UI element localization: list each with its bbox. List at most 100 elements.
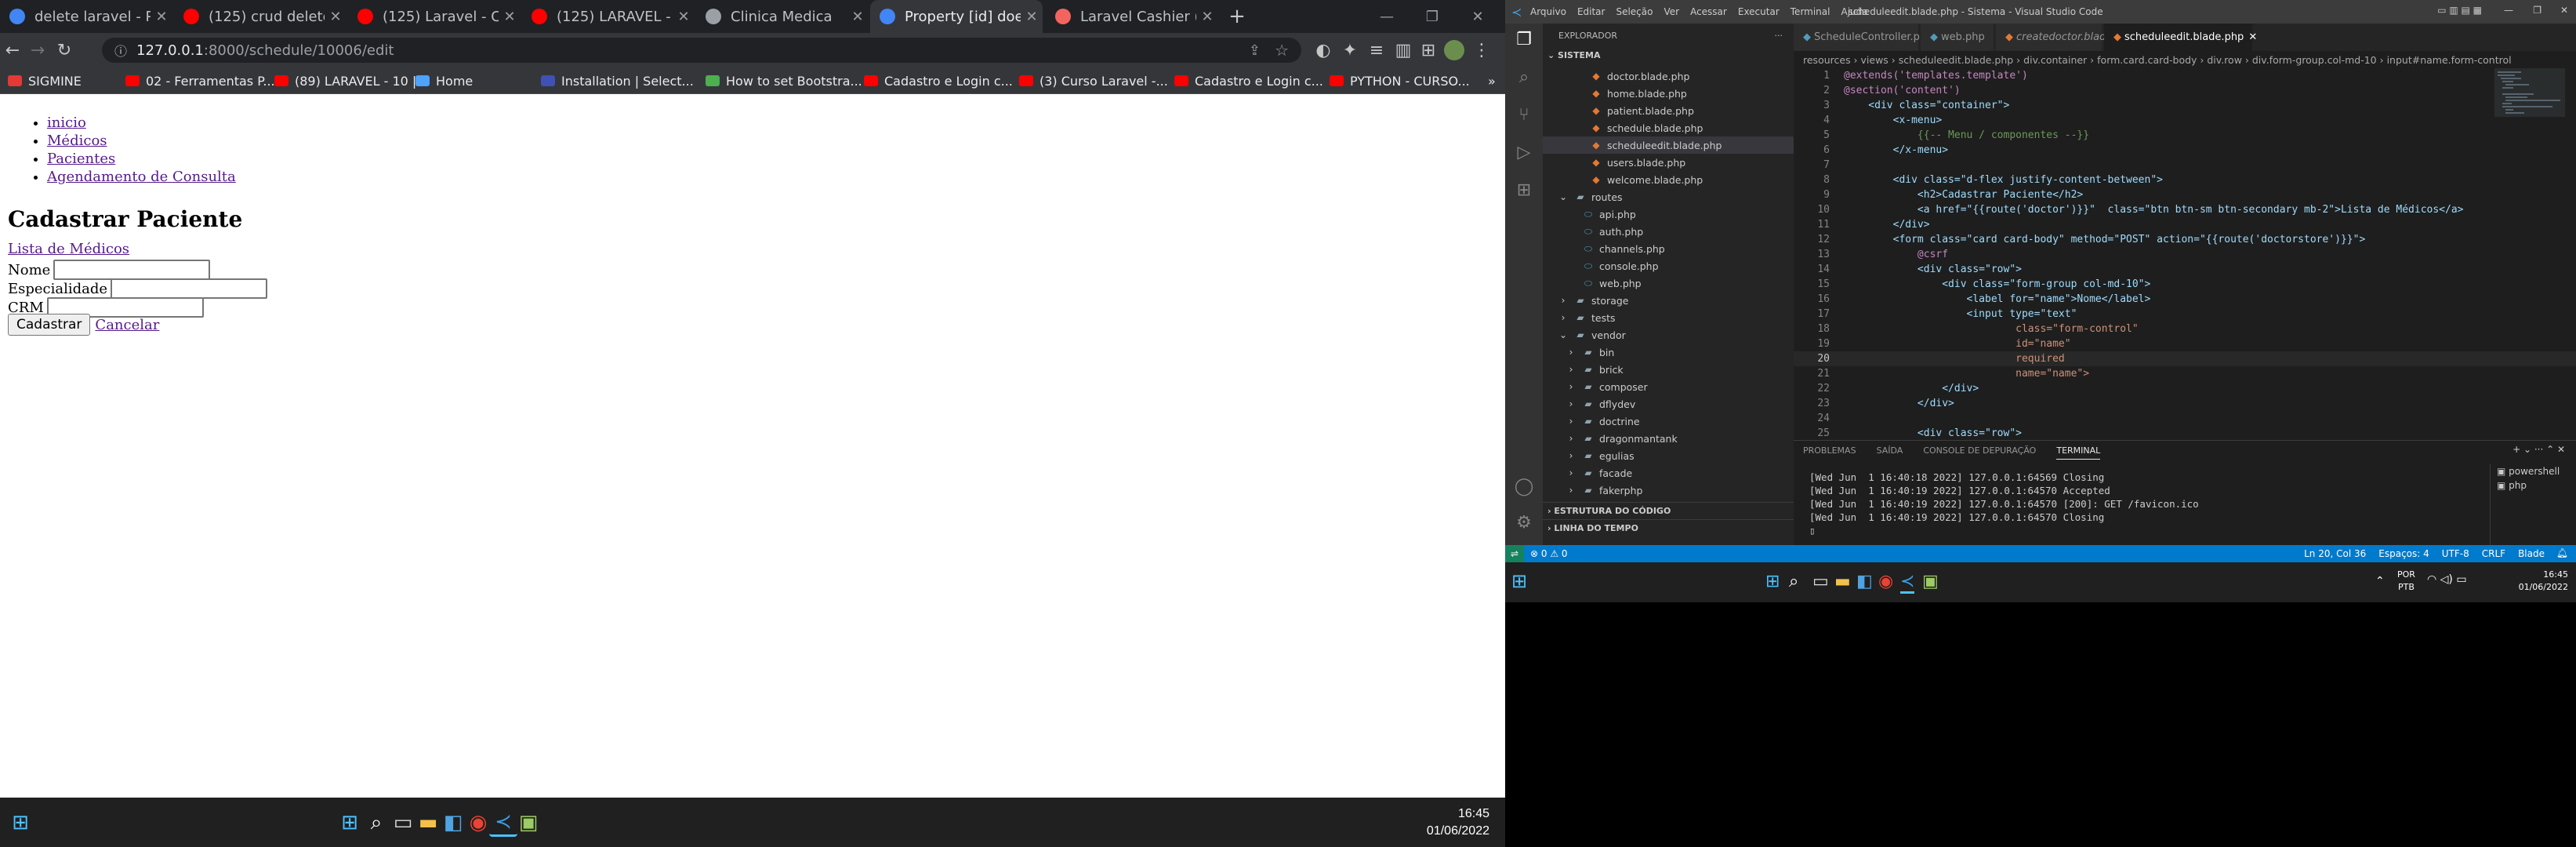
field-input[interactable] <box>53 260 211 280</box>
remote-icon[interactable]: ⇌ <box>1505 545 1524 562</box>
tree-item[interactable]: ◆ home.blade.php <box>1543 85 1794 102</box>
nav-link[interactable]: Médicos <box>47 133 107 149</box>
editor-tab[interactable]: ◆ web.php <box>1921 24 1994 51</box>
minimap[interactable] <box>2494 68 2565 225</box>
bookmark[interactable]: 02 - Ferramentas P... <box>125 67 275 94</box>
store-icon[interactable]: ◧ <box>439 809 467 837</box>
status-item[interactable]: Espaços: 4 <box>2378 548 2429 559</box>
tree-item[interactable]: › ▰ dflydev <box>1543 395 1794 413</box>
menu-item[interactable]: Arquivo <box>1530 6 1566 17</box>
nav-link[interactable]: Agendamento de Consulta <box>47 169 236 185</box>
tree-item[interactable]: › ▰ dragonmantank <box>1543 430 1794 447</box>
tree-item[interactable]: › ▰ storage <box>1543 292 1794 309</box>
menu-item[interactable]: Ver <box>1664 6 1679 17</box>
close-tab-icon[interactable]: ✕ <box>673 9 695 25</box>
tree-item[interactable]: ⌄ ▰ routes <box>1543 188 1794 205</box>
tree-item[interactable]: ⬭ web.php <box>1543 274 1794 292</box>
tree-item[interactable]: ◆ schedule.blade.php <box>1543 119 1794 136</box>
problems-status[interactable]: ⊗ 0 ⚠ 0 <box>1530 548 1568 559</box>
app-icon[interactable]: ▣ <box>1922 572 1939 591</box>
close-window-icon[interactable]: ✕ <box>1455 0 1500 33</box>
back-icon[interactable]: ← <box>0 38 25 63</box>
close-tab-icon[interactable]: ✕ <box>1196 9 1218 25</box>
tree-item[interactable]: › ▰ tests <box>1543 309 1794 326</box>
maximize-icon[interactable]: ❐ <box>1410 0 1455 33</box>
tree-item[interactable]: › ▰ bin <box>1543 344 1794 361</box>
browser-tab[interactable]: delete laravel - Pesqu✕ <box>0 0 172 33</box>
terminal-output[interactable]: [Wed Jun 1 16:40:18 2022] 127.0.0.1:6456… <box>1809 471 2199 537</box>
more-bookmarks[interactable]: » <box>1488 67 1496 94</box>
browser-tab[interactable]: (125) crud delete lara✕ <box>174 0 346 33</box>
search-icon[interactable]: ⌕ <box>1789 572 1798 591</box>
more-icon[interactable]: ··· <box>1775 31 1783 41</box>
bookmark[interactable]: How to set Bootstra... <box>706 67 862 94</box>
translate-icon[interactable]: ⊞ <box>1416 38 1441 63</box>
search-icon[interactable]: ⌕ <box>1511 64 1537 89</box>
status-item[interactable]: CRLF <box>2482 548 2505 559</box>
maximize-icon[interactable]: ❐ <box>2533 5 2542 16</box>
close-tab-icon[interactable]: ✕ <box>499 9 521 25</box>
field-input[interactable] <box>111 278 268 299</box>
close-tab-icon[interactable]: ✕ <box>325 9 346 25</box>
browser-tab[interactable]: (125) LARAVEL - 09 |✕ <box>522 0 695 33</box>
tree-item[interactable]: › ▰ brick <box>1543 361 1794 378</box>
windows-start-icon[interactable]: ⊞ <box>1511 570 1527 592</box>
editor-tab[interactable]: ◆ createdoctor.blade.php <box>1996 24 2135 51</box>
panel-tab[interactable]: SAÍDA <box>1877 445 1903 460</box>
tray-chevron-icon[interactable]: ⌃ <box>2375 575 2385 587</box>
tree-item[interactable]: ⬭ console.php <box>1543 257 1794 274</box>
menu-item[interactable]: Seleção <box>1616 6 1653 17</box>
explorer-icon[interactable]: ❐ <box>1511 27 1537 52</box>
search-icon[interactable]: ⌕ <box>362 809 390 837</box>
panel-controls[interactable]: + ⌄ ··· ⌃ ✕ <box>2513 444 2565 455</box>
menu-icon[interactable]: ⋮ <box>1469 38 1494 63</box>
start-icon[interactable]: ⊞ <box>336 809 364 837</box>
reload-icon[interactable]: ↻ <box>52 38 77 63</box>
share-icon[interactable]: ⇪ <box>1249 42 1261 59</box>
layout-icons[interactable]: ▭ ▥ ▤ ▦ <box>2437 5 2482 16</box>
bookmark[interactable]: Cadastro e Login c... <box>1174 67 1323 94</box>
status-item[interactable]: UTF-8 <box>2442 548 2469 559</box>
tree-item[interactable]: ◆ scheduleedit.blade.php <box>1543 136 1794 154</box>
status-item[interactable]: Ln 20, Col 36 <box>2304 548 2366 559</box>
minimize-icon[interactable]: — <box>2504 5 2513 16</box>
workspace-root[interactable]: ⌄ SISTEMA <box>1543 47 1794 63</box>
close-tab-icon[interactable]: ✕ <box>151 9 172 25</box>
store-icon[interactable]: ◧ <box>1856 572 1873 591</box>
tree-item[interactable]: ⬭ channels.php <box>1543 240 1794 257</box>
close-tab-icon[interactable]: ✕ <box>2248 31 2257 43</box>
tree-item[interactable]: ◆ welcome.blade.php <box>1543 171 1794 188</box>
info-icon[interactable]: ⓘ <box>114 41 127 60</box>
nav-link[interactable]: Pacientes <box>47 151 115 167</box>
browser-tab[interactable]: Clinica Medica ✕ <box>696 0 869 33</box>
close-tab-icon[interactable]: ✕ <box>847 9 869 25</box>
extensions-icon[interactable]: ⊞ <box>1511 177 1537 202</box>
tree-item[interactable]: ⬭ auth.php <box>1543 223 1794 240</box>
windows-start-icon[interactable]: ⊞ <box>6 809 34 837</box>
vscode-icon[interactable]: ≺ <box>489 809 517 837</box>
settings-gear-icon[interactable]: ⚙ <box>1511 510 1537 535</box>
extension-icon[interactable]: ◐ <box>1311 38 1336 63</box>
file-explorer-icon[interactable]: ▬ <box>414 809 442 837</box>
chrome-icon[interactable]: ◉ <box>1878 572 1893 591</box>
bookmark[interactable]: Installation | Select... <box>541 67 694 94</box>
bookmark[interactable]: SIGMINE <box>8 67 82 94</box>
bookmark[interactable]: (89) LARAVEL - 10 |... <box>274 67 429 94</box>
terminal-instance[interactable]: ▣ php <box>2491 478 2576 493</box>
close-tab-icon[interactable]: ✕ <box>1021 9 1043 25</box>
star-icon[interactable]: ☆ <box>1275 41 1289 60</box>
tree-item[interactable]: ⬭ api.php <box>1543 205 1794 223</box>
terminal-instance[interactable]: ▣ powershell <box>2491 464 2576 478</box>
notifications-icon[interactable]: 🔔︎ <box>2556 547 2568 558</box>
account-icon[interactable]: ◯ <box>1511 474 1537 499</box>
side-panel-icon[interactable]: ▥ <box>1391 38 1416 63</box>
avatar[interactable] <box>1444 40 1464 60</box>
bookmark[interactable]: (3) Curso Laravel -... <box>1019 67 1168 94</box>
tree-item[interactable]: › ▰ fakerphp <box>1543 482 1794 499</box>
breadcrumb[interactable]: resources › views › scheduleedit.blade.p… <box>1794 51 2576 68</box>
panel-tab[interactable]: TERMINAL <box>2056 445 2101 460</box>
outline-section[interactable]: › ESTRUTURA DO CÓDIGO <box>1543 502 1794 519</box>
start-icon[interactable]: ⊞ <box>1765 572 1780 591</box>
cancel-link[interactable]: Cancelar <box>95 317 159 333</box>
tree-item[interactable]: ◆ users.blade.php <box>1543 154 1794 171</box>
